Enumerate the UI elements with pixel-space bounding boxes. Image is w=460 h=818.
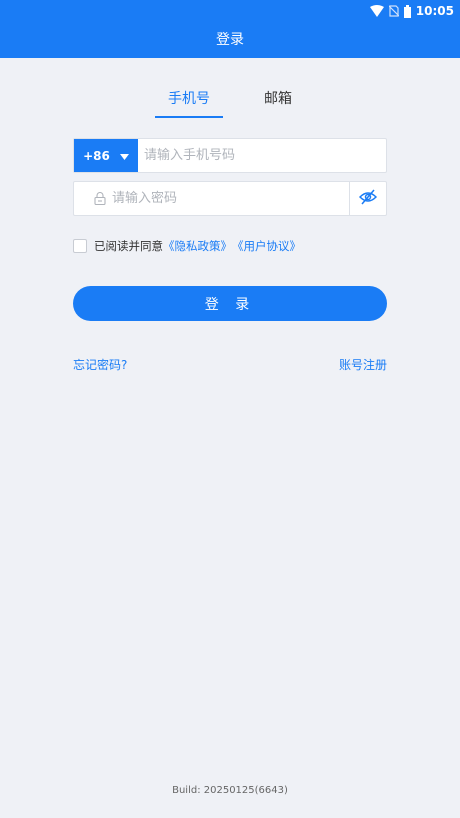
toggle-password-visibility-button[interactable]: [349, 182, 386, 215]
agreement-prefix: 已阅读并同意: [94, 239, 163, 253]
phone-input[interactable]: [138, 139, 386, 172]
login-button[interactable]: 登 录: [73, 286, 387, 321]
agreement-checkbox[interactable]: [73, 239, 87, 253]
password-field: [73, 181, 387, 216]
status-bar: 10:05: [369, 3, 454, 19]
user-agreement-link[interactable]: 《用户协议》: [232, 238, 301, 254]
eye-off-icon: [358, 189, 378, 209]
country-code-label: +86: [83, 148, 110, 163]
tab-email[interactable]: 邮箱: [244, 88, 312, 108]
no-sim-icon: [388, 5, 399, 17]
wifi-icon: [369, 5, 384, 17]
battery-icon: [403, 4, 411, 18]
tab-phone[interactable]: 手机号: [155, 88, 223, 108]
lock-icon: [82, 192, 106, 205]
agreement-row: 已阅读并同意 《隐私政策》 《用户协议》: [73, 238, 301, 254]
register-link[interactable]: 账号注册: [339, 356, 387, 373]
privacy-policy-link[interactable]: 《隐私政策》: [163, 238, 232, 254]
phone-field: +86: [73, 138, 387, 173]
page-title: 登录: [216, 32, 244, 48]
top-app-bar: 10:05 登录: [0, 0, 460, 58]
password-input[interactable]: [106, 182, 349, 215]
forgot-password-link[interactable]: 忘记密码?: [73, 356, 127, 373]
caret-down-icon: [119, 149, 129, 163]
login-method-tabs: 手机号 邮箱: [0, 88, 460, 120]
status-time: 10:05: [415, 4, 454, 18]
build-version: Build: 20250125(6643): [172, 785, 288, 796]
active-tab-indicator: [155, 116, 223, 118]
country-code-selector[interactable]: +86: [74, 139, 138, 172]
